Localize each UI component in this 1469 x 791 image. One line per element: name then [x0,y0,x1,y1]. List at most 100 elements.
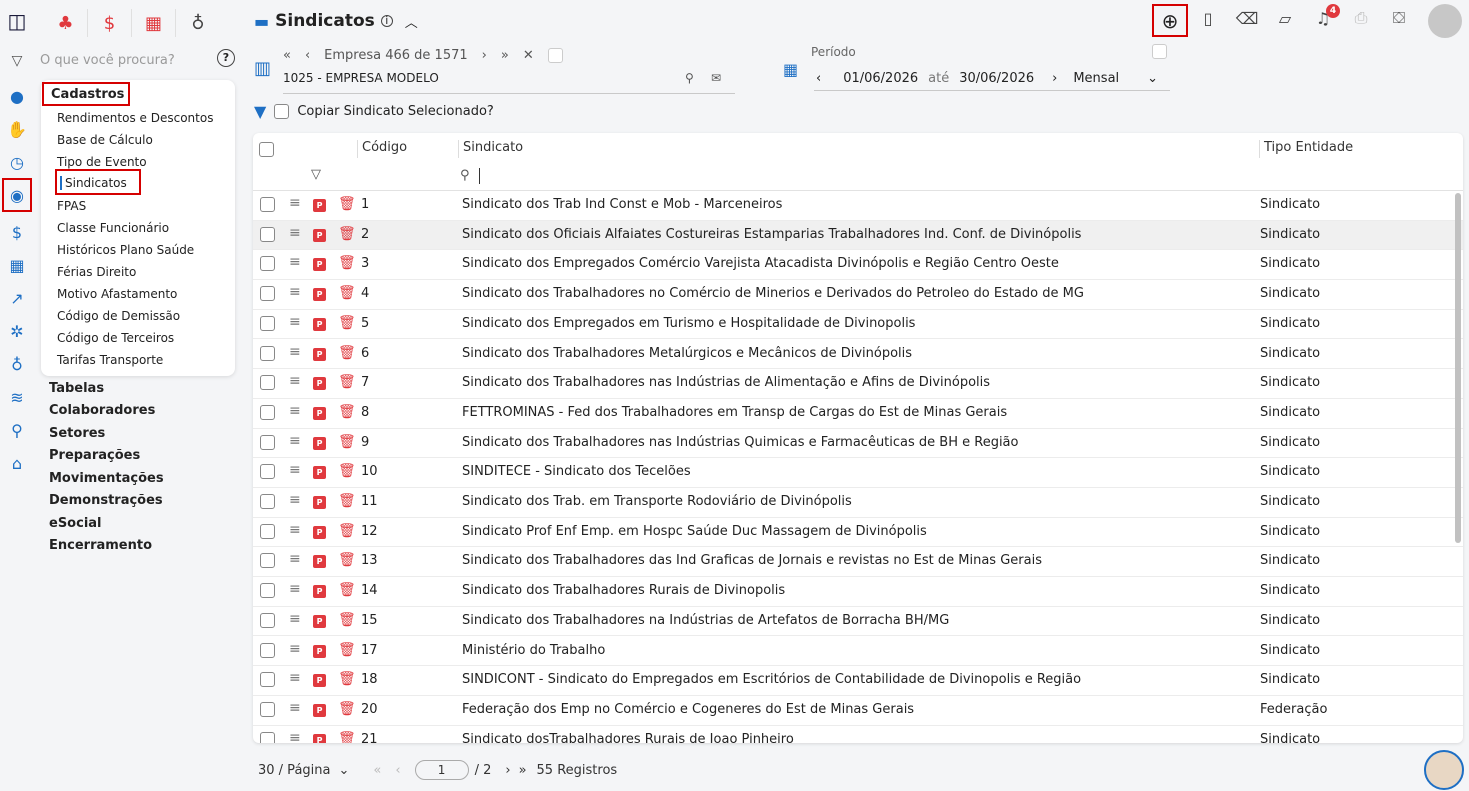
money-bag-module-icon[interactable]: ♁ [176,9,220,37]
calculator-icon[interactable]: ▦ [5,253,29,277]
empresa-checkbox[interactable] [547,48,563,63]
table-row[interactable]: ≡ P 🗑 1 Sindicato dos Trab Ind Const e Mob -… [253,191,1463,221]
row-menu-icon[interactable]: ≡ [289,254,301,270]
section-movimentacoes[interactable]: Movimentações [49,471,164,486]
p-badge-icon[interactable]: P [313,614,326,628]
trash-icon[interactable]: 🗑 [338,731,356,743]
page-input[interactable]: 1 [414,760,469,780]
row-checkbox[interactable] [260,345,275,361]
report-search-icon[interactable]: ⎙ [1349,6,1373,30]
p-badge-icon[interactable]: P [313,347,326,361]
p-badge-icon[interactable]: P [313,228,326,242]
broom-icon[interactable]: ⌫ [1235,6,1259,30]
menu-item-sindicatos[interactable]: Sindicatos [55,169,141,195]
table-row[interactable]: ≡ P 🗑 21 Sindicato dosTrabalhadores Rurais d… [253,726,1463,743]
first-page-button[interactable]: « [373,763,381,778]
row-menu-icon[interactable]: ≡ [289,373,301,389]
row-checkbox[interactable] [260,701,275,717]
user-avatar[interactable] [1428,4,1462,38]
last-page-button[interactable]: » [519,763,527,778]
row-checkbox[interactable] [260,404,275,420]
row-menu-icon[interactable]: ≡ [289,284,301,300]
periodo-field[interactable]: ‹ 01/06/2026 até 30/06/2026 › Mensal ⌄ [814,66,1170,91]
row-menu-icon[interactable]: ≡ [289,551,301,567]
people-module-icon[interactable]: ♣ [44,9,88,37]
p-badge-icon[interactable]: P [313,525,326,539]
trash-icon[interactable]: 🗑 [338,612,356,628]
trash-icon[interactable]: 🗑 [338,463,356,479]
p-badge-icon[interactable]: P [313,288,326,302]
scrollbar[interactable] [1455,193,1461,543]
row-menu-icon[interactable]: ≡ [289,403,301,419]
calculator-module-icon[interactable]: ▦ [132,9,176,37]
p-badge-icon[interactable]: P [313,644,326,658]
copy-checkbox[interactable] [274,104,290,119]
prev-icon[interactable]: ‹ [305,48,310,63]
row-checkbox[interactable] [260,434,275,450]
row-menu-icon[interactable]: ≡ [289,700,301,716]
row-menu-icon[interactable]: ≡ [289,344,301,360]
row-menu-icon[interactable]: ≡ [289,581,301,597]
row-menu-icon[interactable]: ≡ [289,492,301,508]
table-row[interactable]: ≡ P 🗑 5 Sindicato dos Empregados em Turismo … [253,310,1463,340]
table-row[interactable]: ≡ P 🗑 3 Sindicato dos Empregados Comércio Va… [253,250,1463,281]
row-menu-icon[interactable]: ≡ [289,195,301,211]
trash-icon[interactable]: 🗑 [338,552,356,568]
column-search-input[interactable] [479,168,779,184]
home-icon[interactable]: ⌂ [5,451,29,475]
logo-icon[interactable]: ◫ [5,9,29,33]
row-checkbox[interactable] [260,226,275,242]
p-badge-icon[interactable]: P [313,555,326,569]
layers-icon[interactable]: ≋ [5,385,29,409]
p-badge-icon[interactable]: P [313,585,326,599]
menu-item-classe-funcionario[interactable]: Classe Funcionário [57,219,169,237]
filter-icon[interactable]: ▽ [5,49,29,73]
section-demonstracoes[interactable]: Demonstrações [49,493,163,508]
table-row[interactable]: ≡ P 🗑 2 Sindicato dos Oficiais Alfaiates Cos… [253,220,1463,251]
p-badge-icon[interactable]: P [313,496,326,509]
row-checkbox[interactable] [260,286,275,302]
table-row[interactable]: ≡ P 🗑 18 SINDICONT - Sindicato do Empregados… [253,666,1463,696]
trash-icon[interactable]: 🗑 [338,701,356,717]
menu-item-rendimentos[interactable]: Rendimentos e Descontos [57,109,213,127]
p-badge-icon[interactable]: P [313,436,326,450]
table-row[interactable]: ≡ P 🗑 7 Sindicato dos Trabalhadores nas Indú… [253,369,1463,399]
menu-item-ferias[interactable]: Férias Direito [57,263,136,281]
per-page-select[interactable]: 30 / Página [258,763,330,778]
row-checkbox[interactable] [260,583,275,599]
row-checkbox[interactable] [260,375,275,391]
row-checkbox[interactable] [260,256,275,272]
p-badge-icon[interactable]: P [313,199,326,212]
trash-icon[interactable]: 🗑 [338,582,356,598]
clock-icon[interactable]: ◷ [5,150,29,174]
menu-item-motivo-afastamento[interactable]: Motivo Afastamento [57,285,177,303]
p-badge-icon[interactable]: P [313,258,326,272]
row-checkbox[interactable] [260,553,275,569]
trash-icon[interactable]: 🗑 [338,285,356,301]
network-icon[interactable]: ✲ [5,319,29,343]
row-menu-icon[interactable]: ≡ [289,225,301,241]
handshake-icon[interactable]: ✋ [5,117,29,141]
trash-icon[interactable]: 🗑 [338,196,356,212]
row-checkbox[interactable] [260,642,275,658]
trash-icon[interactable]: 🗑 [338,315,356,331]
row-checkbox[interactable] [260,494,275,509]
trash-icon[interactable]: 🗑 [338,255,356,271]
next-icon[interactable]: › [482,48,487,63]
table-row[interactable]: ≡ P 🗑 20 Federação dos Emp no Comércio e Cog… [253,696,1463,726]
table-row[interactable]: ≡ P 🗑 12 Sindicato Prof Enf Emp. em Hospc Sa… [253,518,1463,548]
page-icon[interactable]: ▱ [1273,6,1297,30]
p-badge-icon[interactable]: P [313,674,326,688]
header-sindicato[interactable]: Sindicato [458,140,523,158]
menu-item-tarifas[interactable]: Tarifas Transporte [57,351,163,369]
dollar-icon[interactable]: $ [5,220,29,244]
row-checkbox[interactable] [260,315,275,331]
row-menu-icon[interactable]: ≡ [289,730,301,743]
column-filter-icon[interactable]: ▽ [311,167,321,182]
menu-item-codigo-demissao[interactable]: Código de Demissão [57,307,180,325]
trash-icon[interactable]: 🗑 [338,523,356,539]
p-badge-icon[interactable]: P [313,466,326,480]
assistant-avatar[interactable] [1424,750,1464,790]
periodo-end[interactable]: 30/06/2026 [959,71,1034,86]
periodo-next-icon[interactable]: › [1052,71,1057,86]
